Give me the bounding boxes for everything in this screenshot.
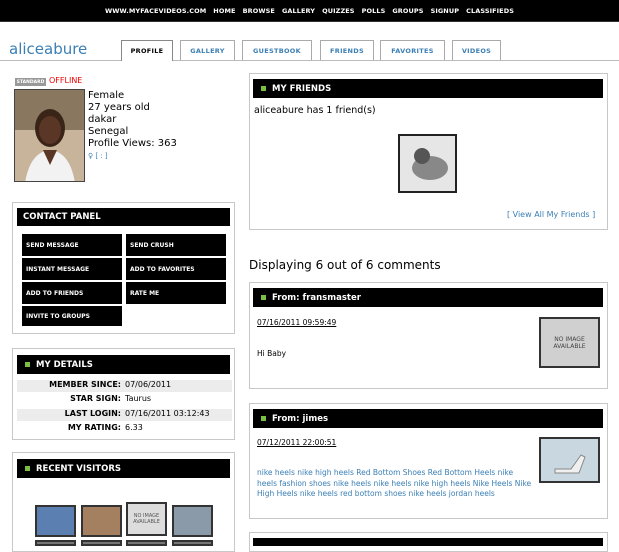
- comment-date: 07/16/2011 09:59:49: [257, 318, 337, 327]
- add-friends-button[interactable]: ADD TO FRIENDS: [22, 282, 122, 304]
- visitor-thumb[interactable]: [35, 540, 76, 546]
- detail-key: MY RATING:: [67, 423, 121, 432]
- visitor-thumb[interactable]: [81, 540, 122, 546]
- detail-row: LAST LOGIN: 07/16/2011 03:12:43: [17, 409, 232, 421]
- nav-classifieds[interactable]: CLASSIFIEDS: [466, 7, 514, 15]
- top-nav: WWW.MYFACEVIDEOS.COM HOME BROWSE GALLERY…: [0, 0, 619, 22]
- view-all-friends-link[interactable]: [ View All My Friends ]: [507, 210, 595, 219]
- comment-avatar[interactable]: [539, 437, 600, 483]
- status-offline: OFFLINE: [49, 76, 83, 85]
- nav-signup[interactable]: SIGNUP: [431, 7, 460, 15]
- add-favorites-button[interactable]: ADD TO FAVORITES: [126, 258, 226, 280]
- invite-groups-button[interactable]: INVITE TO GROUPS: [22, 306, 122, 326]
- visitor-thumb[interactable]: [81, 505, 122, 537]
- detail-key: LAST LOGIN:: [64, 409, 121, 418]
- nav-groups[interactable]: GROUPS: [392, 7, 423, 15]
- details-title-text: MY DETAILS: [36, 359, 93, 370]
- profile-username: aliceabure: [9, 40, 88, 58]
- tab-guestbook[interactable]: GUESTBOOK: [242, 40, 312, 60]
- comment-avatar-no-image[interactable]: NO IMAGE AVAILABLE: [539, 317, 600, 368]
- visitor-thumb[interactable]: [35, 505, 76, 537]
- send-message-button[interactable]: SEND MESSAGE: [22, 234, 122, 256]
- bullet-icon: [261, 416, 266, 421]
- gender-symbol-icon: ♀: [88, 152, 94, 160]
- bullet-icon: [25, 362, 30, 367]
- comment-from: [253, 538, 603, 546]
- profile-city: dakar: [88, 114, 117, 125]
- visitor-thumb-no-image[interactable]: NO IMAGE AVAILABLE: [126, 502, 167, 536]
- profile-views: Profile Views: 363: [88, 138, 177, 149]
- rate-me-button[interactable]: RATE ME: [126, 282, 226, 304]
- comments-heading: Displaying 6 out of 6 comments: [249, 258, 441, 272]
- comment-text: Hi Baby: [257, 349, 287, 358]
- nav-home[interactable]: HOME: [213, 7, 235, 15]
- profile-gender: Female: [88, 90, 125, 101]
- tab-friends[interactable]: FRIENDS: [320, 40, 374, 60]
- tabs-divider: [0, 60, 619, 61]
- profile-age: 27 years old: [88, 102, 150, 113]
- detail-row: STAR SIGN: Taurus: [17, 394, 232, 406]
- gender-icon: ♀ [ : ]: [88, 150, 177, 162]
- friends-title-text: MY FRIENDS: [272, 83, 332, 94]
- bullet-icon: [25, 466, 30, 471]
- friends-count: aliceabure has 1 friend(s): [254, 105, 376, 116]
- nav-site[interactable]: WWW.MYFACEVIDEOS.COM: [105, 7, 206, 15]
- visitor-thumb[interactable]: [172, 505, 213, 537]
- visitor-thumb[interactable]: [172, 540, 213, 546]
- details-title: MY DETAILS: [17, 355, 230, 374]
- detail-value: 6.33: [125, 423, 143, 432]
- status-badge: STANDARD: [15, 78, 46, 86]
- visitor-thumb[interactable]: [126, 540, 167, 546]
- visitors-title: RECENT VISITORS: [17, 459, 230, 478]
- detail-value: Taurus: [125, 394, 152, 403]
- detail-key: MEMBER SINCE:: [49, 380, 121, 389]
- profile-country: Senegal: [88, 126, 129, 137]
- visitors-title-text: RECENT VISITORS: [36, 463, 121, 474]
- tab-favorites[interactable]: FAVORITES: [380, 40, 445, 60]
- comment-from-text[interactable]: From: fransmaster: [272, 293, 361, 303]
- comment-date: 07/12/2011 22:00:51: [257, 438, 337, 447]
- detail-row: MY RATING: 6.33: [17, 423, 232, 435]
- contact-panel-title: CONTACT PANEL: [17, 208, 230, 226]
- tab-profile[interactable]: PROFILE: [121, 40, 173, 61]
- nav-quizzes[interactable]: QUIZZES: [322, 7, 354, 15]
- bullet-icon: [261, 295, 266, 300]
- instant-message-button[interactable]: INSTANT MESSAGE: [22, 258, 122, 280]
- nav-browse[interactable]: BROWSE: [243, 7, 275, 15]
- gender-icon-text: [ : ]: [95, 152, 108, 160]
- send-crush-button[interactable]: SEND CRUSH: [126, 234, 226, 256]
- bullet-icon: [261, 86, 266, 91]
- comment-from: From: jimes: [253, 409, 603, 428]
- tab-videos[interactable]: VIDEOS: [452, 40, 501, 60]
- nav-polls[interactable]: POLLS: [362, 7, 386, 15]
- comment-from: From: fransmaster: [253, 288, 603, 307]
- detail-value: 07/16/2011 03:12:43: [125, 409, 210, 418]
- nav-gallery[interactable]: GALLERY: [282, 7, 315, 15]
- tab-gallery[interactable]: GALLERY: [180, 40, 235, 60]
- friends-title: MY FRIENDS: [253, 79, 603, 98]
- profile-info: Female 27 years old dakar Senegal Profil…: [88, 90, 177, 162]
- comment-text: nike heels nike high heels Red Bottom Sh…: [257, 468, 532, 498]
- comment-from-text[interactable]: From: jimes: [272, 414, 328, 424]
- detail-row: MEMBER SINCE: 07/06/2011: [17, 380, 232, 392]
- detail-value: 07/06/2011: [125, 380, 172, 389]
- detail-key: STAR SIGN:: [70, 394, 121, 403]
- profile-photo[interactable]: [14, 89, 85, 182]
- friend-thumb[interactable]: [398, 134, 457, 193]
